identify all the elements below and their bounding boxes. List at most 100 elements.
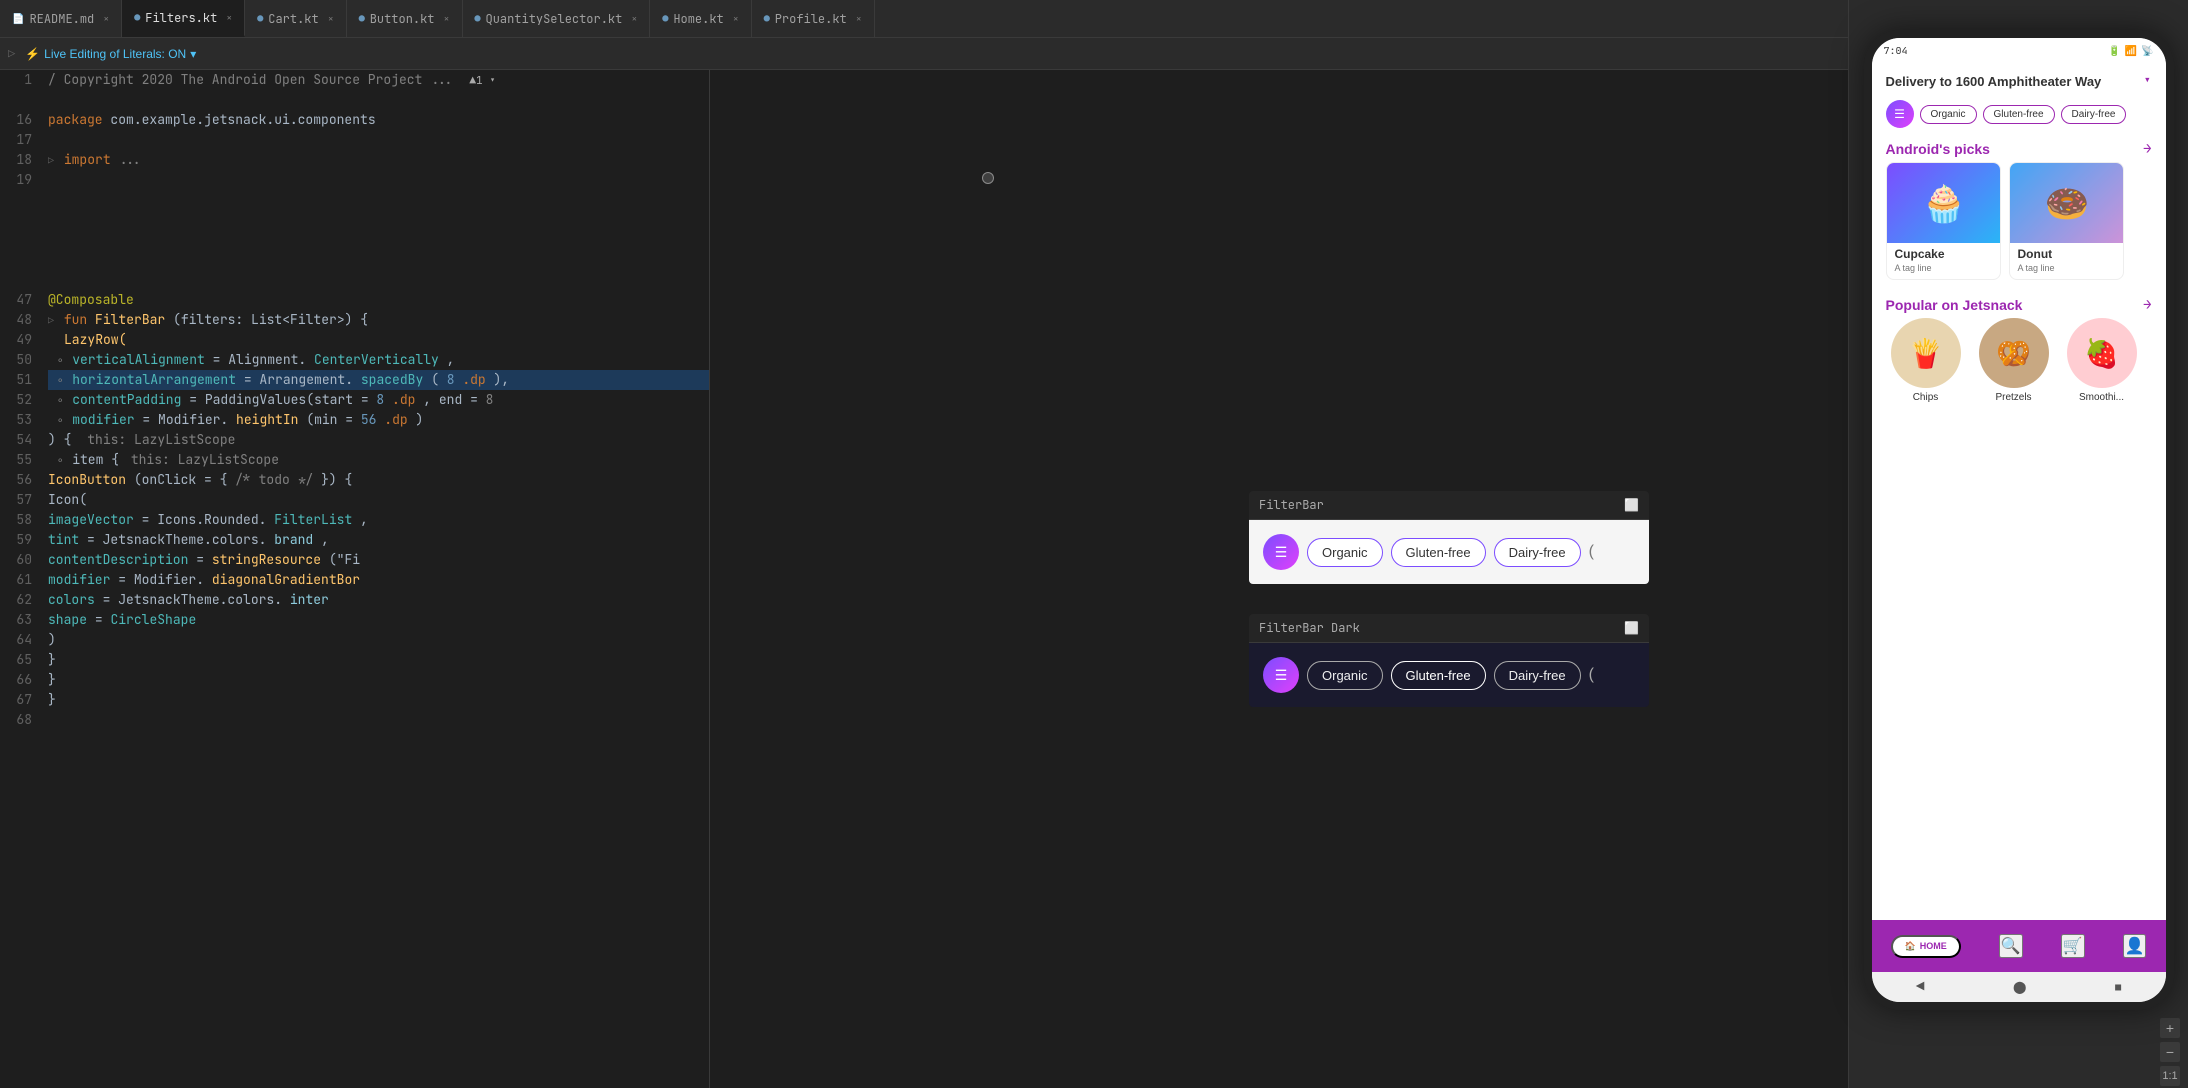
code-line-52: ⚬ horizontalArrangement = Arrangement. s… bbox=[48, 370, 709, 390]
phone-filter-row: ☰ Organic Gluten-free Dairy-free bbox=[1872, 96, 2166, 132]
tab-close-readme[interactable]: × bbox=[103, 12, 109, 25]
donut-label: Donut bbox=[2010, 243, 2123, 263]
code-line-48: @Composable bbox=[48, 290, 709, 310]
nav-search-button[interactable]: 🔍 bbox=[1999, 934, 2023, 958]
tab-close-profile[interactable]: × bbox=[856, 12, 862, 25]
phone-filter-icon-button[interactable]: ☰ bbox=[1886, 100, 1914, 128]
recents-button[interactable]: ■ bbox=[2115, 981, 2121, 994]
code-line-17: package com.example.jetsnack.ui.componen… bbox=[48, 110, 709, 130]
donut-emoji: 🍩 bbox=[2045, 179, 2090, 227]
pretzels-label: Pretzels bbox=[1995, 392, 2031, 403]
kotlin-icon4: ● bbox=[475, 12, 481, 25]
search-nav-icon: 🔍 bbox=[2001, 936, 2021, 956]
filter-icon-button-dark[interactable]: ☰ bbox=[1263, 657, 1299, 693]
code-line-19: ▷ import ... bbox=[48, 150, 709, 170]
preview-card-header-light: FilterBar ⬜ bbox=[1249, 491, 1649, 520]
pop-card-pretzels[interactable]: 🥨 Pretzels bbox=[1974, 318, 2054, 403]
phone-delivery-header[interactable]: Delivery to 1600 Amphitheater Way ▾ bbox=[1872, 70, 2166, 96]
back-button[interactable]: ◀ bbox=[1916, 978, 1924, 996]
phone-fit[interactable]: 1:1 bbox=[2160, 1066, 2180, 1086]
phone-chip-organic[interactable]: Organic bbox=[1920, 105, 1977, 124]
cupcake-label: Cupcake bbox=[1887, 243, 2000, 263]
chip-dairy-free-light[interactable]: Dairy-free bbox=[1494, 538, 1581, 567]
live-editing-button[interactable]: ⚡ Live Editing of Literals: ON ▾ bbox=[25, 47, 196, 61]
tab-readme[interactable]: 📄 README.md × bbox=[0, 0, 122, 37]
phone-zoom-controls: + − 1:1 bbox=[1849, 1018, 2188, 1086]
androids-picks-title: Android's picks bbox=[1886, 141, 1990, 157]
filterbar-dark-preview: FilterBar Dark ⬜ ☰ Organic Gluten-free D… bbox=[1249, 614, 1649, 707]
code-line-65: ) bbox=[48, 630, 709, 650]
preview-icon-light[interactable]: ⬜ bbox=[1624, 497, 1639, 513]
phone-zoom-out[interactable]: − bbox=[2160, 1042, 2180, 1062]
phone-chip-dairy-free[interactable]: Dairy-free bbox=[2061, 105, 2127, 124]
chip-organic-light[interactable]: Organic bbox=[1307, 538, 1383, 567]
home-button[interactable]: ⬤ bbox=[2013, 979, 2026, 995]
donut-image: 🍩 bbox=[2010, 163, 2124, 243]
tab-close-cart[interactable]: × bbox=[328, 12, 334, 25]
androids-picks-arrow[interactable]: → bbox=[2143, 140, 2151, 158]
tab-close-qty[interactable]: × bbox=[631, 12, 637, 25]
phone-filter-list-icon: ☰ bbox=[1894, 106, 1905, 122]
code-line-56: ⚬ item { this: LazyListScope bbox=[48, 450, 709, 470]
file-icon: 📄 bbox=[12, 12, 24, 25]
code-line-16 bbox=[48, 90, 709, 110]
code-line-64: shape = CircleShape bbox=[48, 610, 709, 630]
chip-gluten-free-dark[interactable]: Gluten-free bbox=[1391, 661, 1486, 690]
code-line-50: LazyRow( bbox=[48, 330, 709, 350]
code-line-1: / Copyright 2020 The Android Open Source… bbox=[48, 70, 709, 90]
pop-card-smoothie[interactable]: 🍓 Smoothi... bbox=[2062, 318, 2142, 403]
code-line-51: ⚬ verticalAlignment = Alignment. CenterV… bbox=[48, 350, 709, 370]
tab-profile[interactable]: ● Profile.kt × bbox=[752, 0, 875, 37]
popular-arrow[interactable]: → bbox=[2143, 296, 2151, 314]
pretzels-image: 🥨 bbox=[1979, 318, 2049, 388]
filter-list-icon-light: ☰ bbox=[1275, 544, 1288, 561]
code-line-60: tint = JetsnackTheme.colors. brand , bbox=[48, 530, 709, 550]
donut-tagline: A tag line bbox=[2010, 263, 2123, 279]
preview-icon-dark[interactable]: ⬜ bbox=[1624, 620, 1639, 636]
profile-nav-icon: 👤 bbox=[2125, 936, 2145, 956]
pop-card-chips[interactable]: 🍟 Chips bbox=[1886, 318, 1966, 403]
tab-home[interactable]: ● Home.kt × bbox=[650, 0, 751, 37]
phone-screen: Delivery to 1600 Amphitheater Way ▾ ☰ Or… bbox=[1872, 70, 2166, 972]
tab-filters[interactable]: ● Filters.kt × bbox=[122, 0, 245, 37]
tab-button[interactable]: ● Button.kt × bbox=[347, 0, 463, 37]
tab-close-button[interactable]: × bbox=[444, 12, 450, 25]
preview-title-light: FilterBar bbox=[1259, 497, 1324, 513]
code-line-66: } bbox=[48, 650, 709, 670]
preview-card-body-light: ☰ Organic Gluten-free Dairy-free ( bbox=[1249, 520, 1649, 584]
kotlin-icon: ● bbox=[134, 11, 140, 24]
live-icon: ⚡ bbox=[25, 47, 40, 61]
filter-icon-button-light[interactable]: ☰ bbox=[1263, 534, 1299, 570]
picks-row: 🧁 Cupcake A tag line 🍩 Donut A tag line bbox=[1872, 162, 2166, 280]
nav-cart-button[interactable]: 🛒 bbox=[2061, 934, 2085, 958]
chip-dairy-free-dark[interactable]: Dairy-free bbox=[1494, 661, 1581, 690]
chip-organic-dark[interactable]: Organic bbox=[1307, 661, 1383, 690]
cursor bbox=[982, 172, 994, 184]
pick-card-cupcake[interactable]: 🧁 Cupcake A tag line bbox=[1886, 162, 2001, 280]
chip-more-dark[interactable]: ( bbox=[1589, 666, 1594, 684]
chip-more-light[interactable]: ( bbox=[1589, 543, 1594, 561]
phone-nav: 🏠 HOME 🔍 🛒 👤 bbox=[1872, 920, 2166, 972]
nav-profile-button[interactable]: 👤 bbox=[2123, 934, 2147, 958]
phone-zoom-in[interactable]: + bbox=[2160, 1018, 2180, 1038]
phone-chip-gluten-free[interactable]: Gluten-free bbox=[1983, 105, 2055, 124]
pretzels-emoji: 🥨 bbox=[1996, 335, 2031, 372]
smoothie-label: Smoothi... bbox=[2079, 392, 2124, 403]
tab-close-home[interactable]: × bbox=[733, 12, 739, 25]
tab-close-filters[interactable]: × bbox=[226, 11, 232, 24]
nav-home-button[interactable]: 🏠 HOME bbox=[1891, 935, 1961, 958]
code-editor: 1 16 17 18 19 47 48 49 50 51 52 53 54 55… bbox=[0, 70, 710, 1088]
chips-label: Chips bbox=[1913, 392, 1939, 403]
chip-gluten-free-light[interactable]: Gluten-free bbox=[1391, 538, 1486, 567]
tab-cart[interactable]: ● Cart.kt × bbox=[245, 0, 346, 37]
code-line-47 bbox=[48, 270, 709, 290]
code-line-59: imageVector = Icons.Rounded. FilterList … bbox=[48, 510, 709, 530]
preview-title-dark: FilterBar Dark bbox=[1259, 620, 1360, 636]
chevron-down-icon[interactable]: ▾ bbox=[2143, 72, 2151, 90]
tab-qty[interactable]: ● QuantitySelector.kt × bbox=[463, 0, 651, 37]
smoothie-image: 🍓 bbox=[2067, 318, 2137, 388]
pick-card-donut[interactable]: 🍩 Donut A tag line bbox=[2009, 162, 2124, 280]
filter-list-icon-dark: ☰ bbox=[1275, 667, 1288, 684]
popular-section-header: Popular on Jetsnack → bbox=[1872, 288, 2166, 318]
code-lines: 1 16 17 18 19 47 48 49 50 51 52 53 54 55… bbox=[0, 70, 709, 1088]
